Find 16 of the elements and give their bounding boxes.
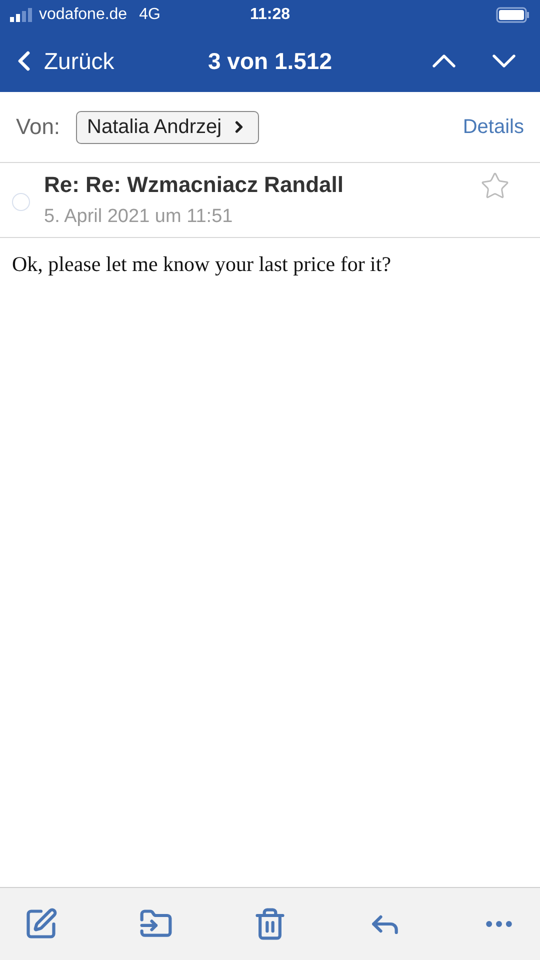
back-button[interactable]: Zurück (8, 45, 114, 77)
signal-icon (10, 8, 34, 22)
star-icon[interactable] (480, 171, 510, 201)
from-label: Von: (16, 114, 60, 140)
sender-button[interactable]: Natalia Andrzej (76, 110, 259, 144)
trash-icon[interactable] (253, 907, 287, 941)
network-type: 4G (139, 6, 160, 24)
message-subject: Re: Re: Wzmacniacz Randall (44, 172, 344, 198)
message-body: Ok, please let me know your last price for it? (12, 252, 392, 278)
details-link[interactable]: Details (462, 116, 524, 138)
message-counter: 3 von 1.512 (208, 48, 332, 74)
message-date: 5. April 2021 um 11:51 (44, 206, 234, 228)
battery-icon (496, 7, 530, 23)
carrier-name: vodafone.de (39, 6, 128, 24)
clock: 11:28 (250, 6, 290, 24)
compose-icon[interactable] (24, 907, 58, 941)
